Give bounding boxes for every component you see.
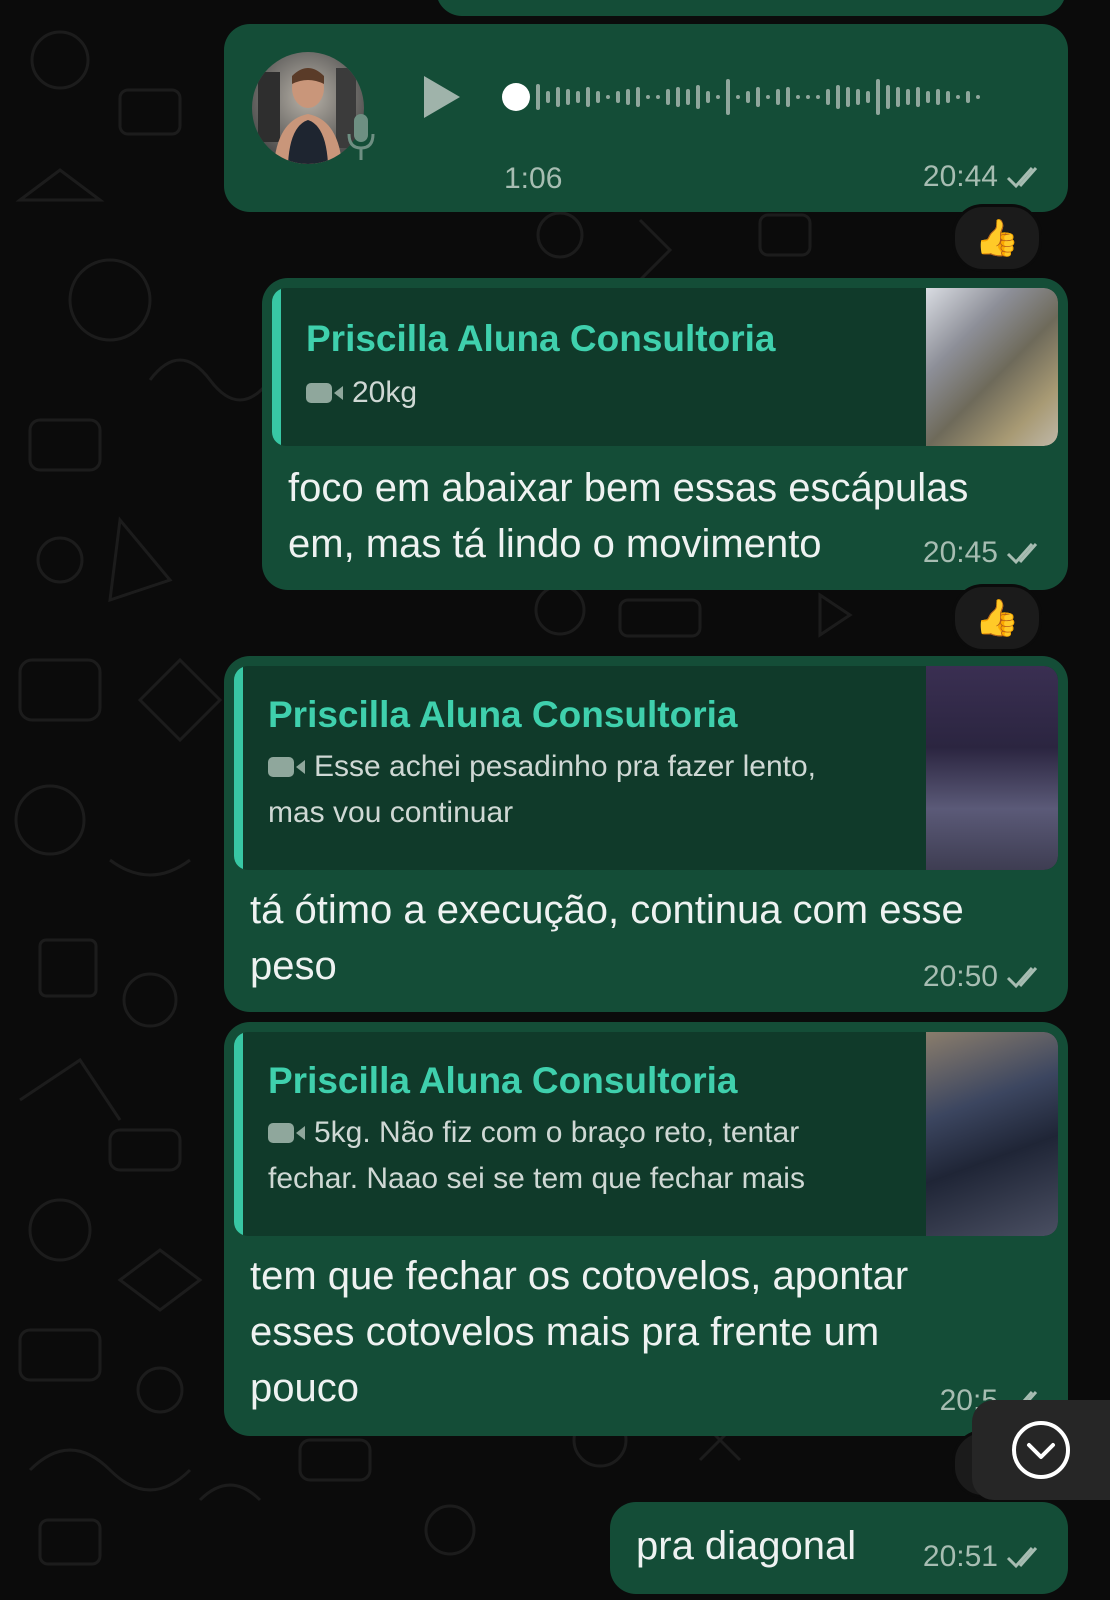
message-meta: 20:51 (923, 1540, 1046, 1574)
video-camera-icon (268, 1123, 305, 1143)
video-camera-icon (306, 383, 343, 403)
quote-caption: 5kg. Não fiz com o braço reto, tentar fe… (268, 1116, 805, 1195)
scroll-to-bottom-button[interactable] (972, 1400, 1110, 1500)
play-icon[interactable] (420, 72, 464, 122)
message-time: 20:45 (922, 536, 998, 569)
message-text: tem que fechar os cotovelos, apontar ess… (250, 1254, 909, 1410)
message-meta: 20:50 (923, 960, 1046, 994)
message-text: pra diagonal (636, 1524, 857, 1568)
message-meta: 20:44 (923, 160, 1046, 194)
thumbs-up-icon: 👍 (974, 217, 1020, 258)
quote-accent-bar (234, 666, 243, 870)
message-text: foco em abaixar bem essas escápulas em, … (288, 466, 969, 566)
double-check-icon (1006, 967, 1038, 989)
message-meta: 20:45 (923, 536, 1046, 570)
quote-author: Priscilla Aluna Consultoria (306, 318, 776, 359)
quote-author: Priscilla Aluna Consultoria (268, 694, 738, 735)
message-time: 20:51 (922, 1540, 998, 1573)
thumbs-up-icon: 👍 (974, 597, 1020, 638)
double-check-icon (1006, 167, 1038, 189)
message-time: 20:50 (922, 960, 998, 993)
video-thumbnail[interactable] (926, 1032, 1058, 1236)
quoted-message[interactable]: Priscilla Aluna Consultoria Esse achei p… (234, 666, 1058, 870)
audio-waveform[interactable] (502, 74, 1022, 120)
reply-message-bubble[interactable]: Priscilla Aluna Consultoria 5kg. Não fiz… (224, 1022, 1068, 1436)
message-bubble[interactable]: pra diagonal 20:51 (610, 1502, 1068, 1594)
quoted-message[interactable]: Priscilla Aluna Consultoria 5kg. Não fiz… (234, 1032, 1058, 1236)
reply-message-bubble[interactable]: Priscilla Aluna Consultoria Esse achei p… (224, 656, 1068, 1012)
reaction-badge[interactable]: 👍 (952, 204, 1042, 272)
quote-accent-bar (234, 1032, 243, 1236)
voice-message-bubble[interactable]: 1:06 20:44 (224, 24, 1068, 212)
previous-message-bubble[interactable] (436, 0, 1066, 16)
quote-caption: Esse achei pesadinho pra fazer lento, ma… (268, 750, 816, 829)
double-check-icon (1006, 1547, 1038, 1569)
reply-message-bubble[interactable]: Priscilla Aluna Consultoria 20kg foco em… (262, 278, 1068, 590)
quote-caption: 20kg (306, 370, 417, 416)
voice-duration: 1:06 (504, 162, 563, 195)
video-thumbnail[interactable] (926, 666, 1058, 870)
chevron-down-icon (1012, 1421, 1070, 1479)
quoted-message[interactable]: Priscilla Aluna Consultoria 20kg (272, 288, 1058, 446)
message-time: 20:44 (922, 160, 998, 193)
video-camera-icon (268, 757, 305, 777)
quote-author: Priscilla Aluna Consultoria (268, 1060, 738, 1101)
message-text: tá ótimo a execução, continua com esse p… (250, 888, 964, 988)
reaction-badge[interactable]: 👍 (952, 584, 1042, 652)
microphone-icon (347, 114, 375, 160)
double-check-icon (1006, 543, 1038, 565)
video-thumbnail[interactable] (926, 288, 1058, 446)
quote-accent-bar (272, 288, 281, 446)
